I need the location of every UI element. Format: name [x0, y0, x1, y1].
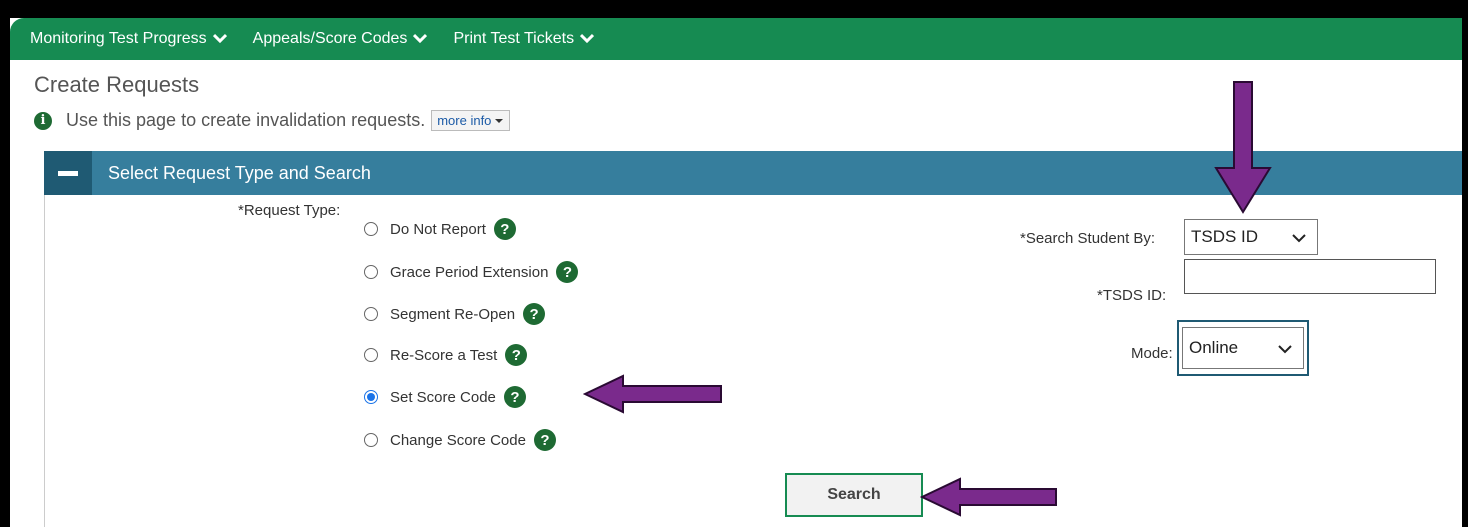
help-icon[interactable]: ?: [523, 303, 546, 325]
radio-button-selected[interactable]: [364, 390, 378, 404]
radio-re-score-a-test[interactable]: Re-Score a Test ?: [364, 344, 528, 366]
search-student-by-label: *Search Student By:: [1020, 230, 1156, 247]
info-icon: i: [34, 111, 52, 130]
down-arrow-annotation: [1214, 81, 1272, 214]
tsds-id-input[interactable]: [1184, 259, 1436, 294]
mode-select[interactable]: Online: [1182, 327, 1304, 369]
radio-set-score-code[interactable]: Set Score Code ?: [364, 386, 526, 408]
left-arrow-annotation-score-code: [583, 374, 722, 414]
caret-down-icon: [495, 118, 504, 123]
radio-button[interactable]: [364, 307, 378, 321]
radio-do-not-report[interactable]: Do Not Report ?: [364, 218, 516, 240]
nav-print-test-tickets[interactable]: Print Test Tickets: [453, 30, 595, 48]
radio-button[interactable]: [364, 433, 378, 447]
chevron-down-icon: [1278, 345, 1292, 354]
help-icon[interactable]: ?: [493, 218, 516, 240]
more-info-button[interactable]: more info: [431, 110, 511, 131]
radio-button[interactable]: [364, 222, 378, 236]
minus-icon: [58, 170, 78, 176]
mode-label: Mode:: [1131, 345, 1173, 362]
request-type-label: *Request Type:: [238, 202, 341, 219]
collapse-button[interactable]: [44, 151, 92, 195]
chevron-down-icon: [580, 30, 595, 48]
chevron-down-icon: [1292, 234, 1306, 243]
radio-button[interactable]: [364, 265, 378, 279]
info-row: i Use this page to create invalidation r…: [34, 110, 511, 131]
chevron-down-icon: [413, 30, 428, 48]
nav-appeals-score-codes[interactable]: Appeals/Score Codes: [253, 30, 428, 48]
help-icon[interactable]: ?: [503, 386, 526, 408]
help-icon[interactable]: ?: [533, 429, 556, 451]
help-icon[interactable]: ?: [556, 261, 579, 283]
radio-grace-period-extension[interactable]: Grace Period Extension ?: [364, 261, 579, 283]
search-student-by-select[interactable]: TSDS ID: [1184, 219, 1318, 255]
nav-monitoring-test-progress[interactable]: Monitoring Test Progress: [30, 30, 227, 48]
info-text: Use this page to create invalidation req…: [66, 110, 426, 130]
section-title: Select Request Type and Search: [108, 162, 371, 183]
search-button[interactable]: Search: [785, 473, 923, 517]
chevron-down-icon: [212, 30, 227, 48]
radio-change-score-code[interactable]: Change Score Code ?: [364, 429, 556, 451]
left-arrow-annotation-search: [920, 477, 1057, 517]
radio-segment-re-open[interactable]: Segment Re-Open ?: [364, 303, 546, 325]
top-navigation: Monitoring Test Progress Appeals/Score C…: [10, 18, 1462, 60]
radio-button[interactable]: [364, 348, 378, 362]
tsds-id-label: *TSDS ID:: [1097, 287, 1167, 304]
help-icon[interactable]: ?: [505, 344, 528, 366]
page-title: Create Requests: [34, 72, 200, 97]
